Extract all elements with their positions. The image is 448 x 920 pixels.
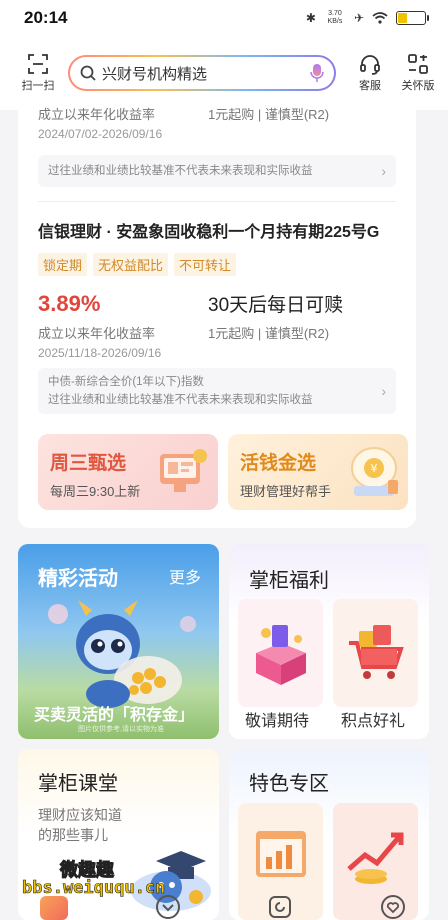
activity-tile[interactable]: 精彩活动 更多 买卖灵活的「积存金」 图片仅供参考,请以实物为准 xyxy=(18,544,219,739)
tag-lock: 锁定期 xyxy=(38,253,88,276)
growth-arrow-icon xyxy=(347,832,404,884)
product-notice-text: 过往业绩和业绩比较基准不代表未来表现和实际收益 xyxy=(48,394,313,406)
care-label: 关怀版 xyxy=(401,80,435,92)
tag-transfer: 不可转让 xyxy=(174,253,237,276)
battery-icon xyxy=(396,11,429,25)
bluetooth-icon: ✱ xyxy=(305,11,316,25)
status-time: 20:14 xyxy=(24,8,68,27)
classroom-subtitle: 理财应该知道 的那些事儿 xyxy=(38,807,122,843)
tag-equity: 无权益配比 xyxy=(93,253,169,276)
svg-text:¥: ¥ xyxy=(371,462,378,475)
scan-icon xyxy=(28,54,48,74)
promo-wednesday[interactable]: 周三甄选 每周三9:30上新 xyxy=(38,434,218,510)
net-speed: 3.70 KB/s xyxy=(327,10,343,25)
welfare-item-label-1: 敬请期待 xyxy=(245,713,310,730)
product-date-range: 2025/11/18-2026/09/16 xyxy=(38,346,162,360)
shopping-cart-icon xyxy=(349,625,404,679)
welfare-item-label-2: 积点好礼 xyxy=(341,713,406,730)
product-list-card: 成立以来年化收益率 1元起购 | 谨慎型(R2) 2024/07/02-2026… xyxy=(18,107,416,528)
search-bar[interactable]: 兴财号机构精选 xyxy=(68,55,336,91)
product-notice[interactable]: 中债-新综合全价(1年以下)指数 过往业绩和业绩比较基准不代表未来表现和实际收益… xyxy=(38,368,396,414)
product-item[interactable]: 信银理财 · 安盈象固收稳利一个月持有期225号G 锁定期 无权益配比 不可转让… xyxy=(38,218,396,414)
product-rate: 3.89% xyxy=(38,291,101,316)
product-tags: 锁定期 无权益配比 不可转让 xyxy=(38,253,396,276)
welfare-item-coming-soon[interactable] xyxy=(238,599,323,707)
scan-button[interactable]: 扫一扫 xyxy=(18,53,58,93)
headset-icon xyxy=(360,55,380,75)
prev-rate-label: 成立以来年化收益率 xyxy=(38,107,156,122)
mascot-dragon-image xyxy=(48,600,196,708)
promo-flexible[interactable]: 活钱金选 理财管理好帮手 ¥ xyxy=(228,434,408,510)
special-title: 特色专区 xyxy=(249,773,329,795)
shopping-screen-icon xyxy=(160,449,207,492)
activity-disclaimer: 图片仅供参考,请以实物为准 xyxy=(78,726,164,733)
calendar-chart-icon xyxy=(256,831,306,877)
product-title: 信银理财 · 安盈象固收稳利一个月持有期225号G xyxy=(38,224,380,241)
status-icons: ✱ 3.70 KB/s ✈ xyxy=(305,10,429,26)
scan-label: 扫一扫 xyxy=(21,80,55,92)
airplane-icon: ✈ xyxy=(353,11,364,25)
nav-life-icon[interactable] xyxy=(267,894,293,920)
product-purchase-info: 1元起购 | 谨慎型(R2) xyxy=(208,326,330,341)
activity-more-link[interactable]: 更多 xyxy=(169,564,201,588)
top-header: 扫一扫 兴财号机构精选 客服 关怀版 xyxy=(0,36,448,110)
welfare-title: 掌柜福利 xyxy=(249,570,329,592)
service-label: 客服 xyxy=(359,80,381,92)
welfare-item-points-gift[interactable] xyxy=(333,599,418,707)
chevron-right-icon: › xyxy=(381,383,386,399)
activity-title: 精彩活动 xyxy=(38,568,118,590)
gift-box-icon xyxy=(256,625,306,685)
chevron-right-icon: › xyxy=(381,163,386,179)
customer-service-button[interactable]: 客服 xyxy=(350,53,390,93)
benchmark-text: 中债-新综合全价(1年以下)指数 xyxy=(48,376,204,388)
coin-jar-icon: ¥ xyxy=(351,447,398,496)
prev-notice-text: 过往业绩和业绩比较基准不代表未来表现和实际收益 xyxy=(48,165,313,177)
welfare-tile[interactable]: 掌柜福利 敬请期待 积点好礼 xyxy=(229,544,429,739)
product-redeem: 30天后每日可赎 xyxy=(208,295,344,316)
prev-date-range: 2024/07/02-2026/09/16 xyxy=(38,127,163,141)
prev-purchase-info: 1元起购 | 谨慎型(R2) xyxy=(208,107,330,122)
prev-notice[interactable]: 过往业绩和业绩比较基准不代表未来表现和实际收益 › xyxy=(38,155,396,187)
search-input[interactable]: 兴财号机构精选 xyxy=(102,63,310,84)
care-mode-button[interactable]: 关怀版 xyxy=(398,53,438,93)
watermark: 微趣趣 bbs.weiququ.cn xyxy=(22,856,182,904)
wifi-icon xyxy=(372,12,388,24)
microphone-icon[interactable] xyxy=(310,63,324,83)
activity-caption: 买卖灵活的「积存金」 xyxy=(34,707,195,724)
classroom-title: 掌柜课堂 xyxy=(38,773,118,795)
status-bar: 20:14 ✱ 3.70 KB/s ✈ xyxy=(0,0,448,36)
nav-mine-icon[interactable] xyxy=(380,894,406,920)
search-icon xyxy=(80,65,96,81)
product-rate-label: 成立以来年化收益率 xyxy=(38,326,156,341)
care-mode-icon xyxy=(408,54,428,74)
watermark-url: bbs.weiququ.cn xyxy=(22,878,166,899)
